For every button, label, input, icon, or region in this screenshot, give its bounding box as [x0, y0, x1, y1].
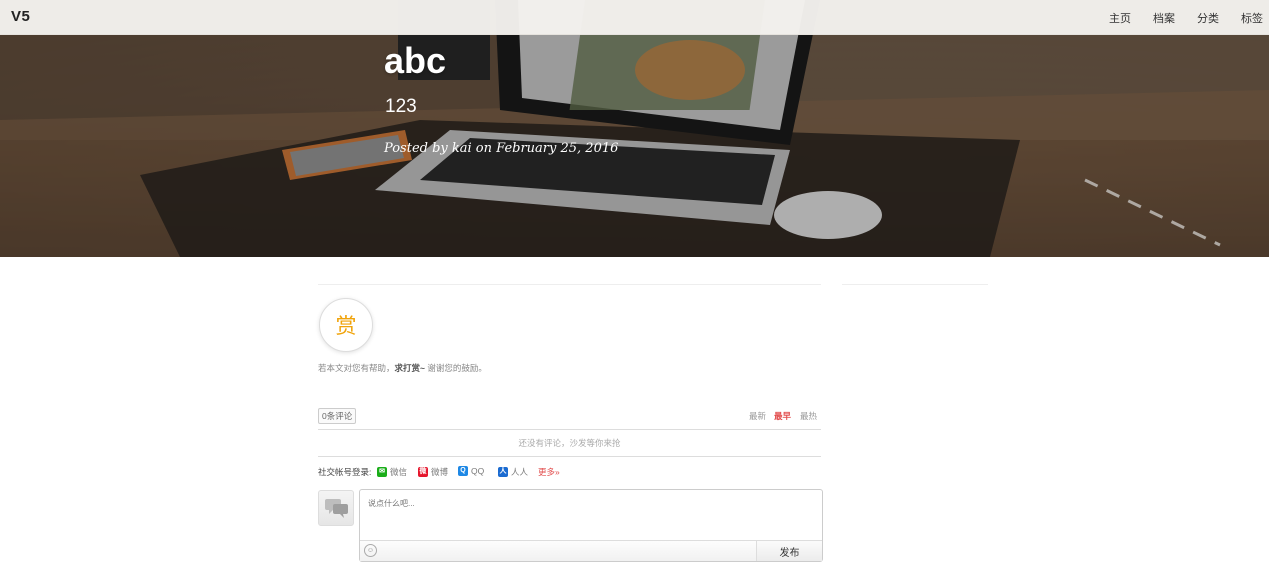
desk-laptop-photo [0, 0, 1269, 257]
login-wechat[interactable]: ✉ 微信 [377, 466, 407, 478]
social-login-label: 社交帐号登录: [318, 467, 372, 477]
sidebar-divider [842, 284, 988, 285]
hero-banner: abc 123 Posted by kai on February 25, 20… [0, 0, 1269, 257]
nav-categories[interactable]: 分类 [1197, 10, 1219, 26]
post-meta: Posted by kai on February 25, 2016 [384, 141, 619, 156]
reward-text-after: 谢谢您的鼓励。 [424, 363, 487, 373]
weibo-icon: 微 [418, 467, 428, 477]
chat-bubble-icon [325, 499, 348, 518]
sort-newest[interactable]: 最新 [749, 410, 766, 422]
comment-count[interactable]: 0条评论 [318, 408, 357, 424]
post-subtitle: 123 [385, 96, 417, 117]
sort-oldest[interactable]: 最早 [774, 410, 791, 422]
qq-icon: Q [458, 466, 468, 476]
nav-tags[interactable]: 标签 [1241, 10, 1263, 26]
comment-toolbar: ☺ 发布 [360, 540, 822, 561]
empty-comments-message: 还没有评论，沙发等你来抢 [518, 438, 621, 448]
post-title: abc [384, 40, 447, 81]
login-qq[interactable]: Q QQ [458, 466, 484, 476]
login-renren-label: 人人 [511, 467, 529, 477]
more-login-link[interactable]: 更多» [538, 466, 560, 478]
top-navbar: V5 主页 档案 分类 标签 [0, 0, 1269, 35]
login-wechat-label: 微信 [390, 467, 408, 477]
wechat-icon: ✉ [377, 467, 387, 477]
login-weibo-label: 微博 [431, 467, 449, 477]
comment-input[interactable] [360, 490, 820, 536]
reward-button[interactable]: 赏 [319, 298, 373, 352]
post-comment-button[interactable]: 发布 [756, 541, 822, 561]
emoji-icon[interactable]: ☺ [364, 544, 377, 557]
brand-logo[interactable]: V5 [11, 8, 30, 25]
login-qq-label: QQ [471, 466, 485, 476]
comments-bottom-line [318, 456, 821, 457]
comments-top-line [318, 429, 821, 430]
nav-archive[interactable]: 档案 [1153, 10, 1175, 26]
reward-text-before: 若本文对您有帮助， [318, 363, 395, 373]
reward-text: 若本文对您有帮助，求打赏~ 谢谢您的鼓励。 [318, 362, 487, 374]
nav-home[interactable]: 主页 [1109, 10, 1131, 26]
renren-icon: 人 [498, 467, 508, 477]
avatar [318, 490, 354, 526]
sort-hottest[interactable]: 最热 [800, 410, 817, 422]
comment-box: ☺ 发布 [359, 489, 823, 562]
login-weibo[interactable]: 微 微博 [418, 466, 448, 478]
login-renren[interactable]: 人 人人 [498, 466, 528, 478]
reward-text-bold: 求打赏~ [394, 363, 425, 373]
content-divider [318, 284, 821, 285]
